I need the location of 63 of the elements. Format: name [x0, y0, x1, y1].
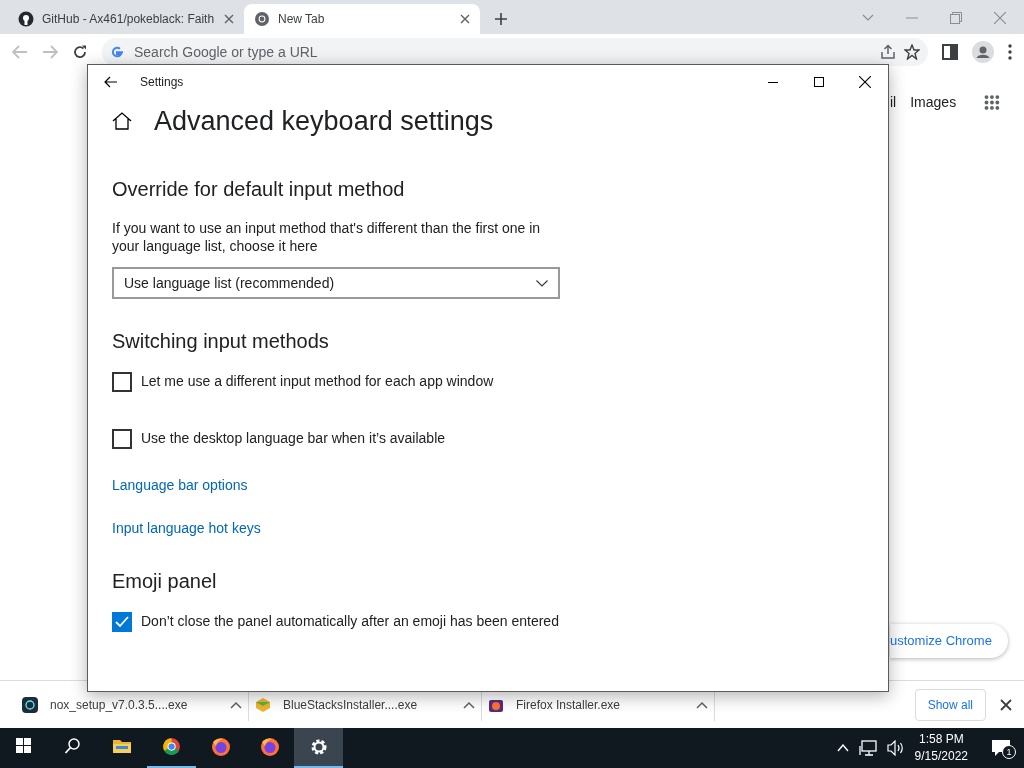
clock[interactable]: 1:58 PM 9/15/2022	[904, 728, 978, 768]
chevron-up-icon[interactable]	[836, 744, 849, 752]
description-text: If you want to use an input method that's different than the first one in your language list, choose it here	[112, 219, 542, 256]
checkbox-label: Let me use a different input method for each app window	[141, 372, 494, 392]
minimize-icon	[768, 81, 778, 83]
section-heading: Switching input methods	[112, 329, 330, 354]
link[interactable]: il	[890, 92, 897, 113]
app-logo-icon	[22, 696, 38, 713]
close-icon[interactable]	[1000, 698, 1012, 711]
google-g-icon	[110, 45, 124, 59]
restore-icon[interactable]	[950, 12, 962, 24]
caret-up-icon[interactable]	[230, 700, 242, 709]
back-icon	[104, 76, 118, 88]
show-all-button[interactable]: Show all	[914, 688, 986, 721]
close-icon	[859, 76, 871, 88]
file-name: BlueStacksInstaller....exe	[283, 696, 419, 714]
checkbox-label: Use the desktop language bar when it’s available	[141, 429, 446, 449]
close-icon[interactable]	[460, 14, 470, 24]
fox-logo-icon	[210, 737, 231, 757]
customize-button[interactable]: ustomize Chrome	[890, 624, 1008, 658]
file-name: Firefox Installer.exe	[516, 696, 622, 714]
share-icon[interactable]	[880, 44, 896, 60]
home-icon[interactable]	[112, 112, 132, 131]
check-icon	[115, 615, 129, 628]
link[interactable]: Language bar options	[112, 475, 248, 497]
link[interactable]: Input language hot keys	[112, 518, 261, 540]
section-heading: Override for default input method	[112, 177, 406, 202]
link[interactable]: Images	[910, 92, 957, 113]
side-panel-icon[interactable]	[942, 44, 958, 60]
window-title: Settings	[140, 74, 184, 91]
browser-tab[interactable]: GitHub - Ax461/pokeblack: Faith	[8, 4, 244, 34]
checkbox-label: Don’t close the panel automatically after an emoji has been entered	[141, 612, 559, 632]
checkbox[interactable]	[112, 611, 132, 632]
speaker-icon[interactable]	[886, 740, 905, 756]
page-heading: Advanced keyboard settings	[154, 105, 494, 138]
taskbar-button[interactable]	[294, 728, 343, 768]
section-heading: Emoji panel	[112, 569, 218, 594]
chevron-down-icon	[536, 279, 548, 287]
file-name: nox_setup_v7.0.3.5....exe	[50, 696, 189, 714]
star-icon[interactable]	[904, 44, 920, 60]
more-icon[interactable]	[1008, 44, 1012, 60]
chevron-down-icon[interactable]	[862, 14, 874, 22]
checkbox[interactable]	[112, 428, 132, 449]
browser-logo-icon	[161, 737, 182, 757]
address-bar[interactable]: Search Google or type a URL	[102, 38, 928, 66]
close-icon[interactable]	[224, 14, 234, 24]
fox-logo-icon	[259, 737, 280, 757]
network-icon[interactable]	[858, 740, 877, 756]
browser-logo-icon	[254, 11, 270, 27]
new-tab-icon[interactable]	[494, 12, 508, 26]
dropdown[interactable]: Use language list (recommended)	[112, 267, 560, 300]
reload-icon[interactable]	[72, 44, 88, 60]
apps-grid-icon[interactable]	[984, 93, 1000, 112]
caret-up-icon[interactable]	[696, 700, 708, 709]
browser-tab[interactable]: New Tab	[244, 4, 480, 34]
notification-count: 1	[1002, 745, 1016, 759]
maximize-icon	[814, 77, 824, 87]
caret-up-icon[interactable]	[463, 700, 475, 709]
clock-date: 9/15/2022	[914, 748, 968, 765]
box-logo-icon	[255, 696, 271, 713]
checkbox[interactable]	[112, 371, 132, 392]
profile-icon[interactable]	[972, 41, 994, 63]
clock-time: 1:58 PM	[918, 731, 964, 748]
